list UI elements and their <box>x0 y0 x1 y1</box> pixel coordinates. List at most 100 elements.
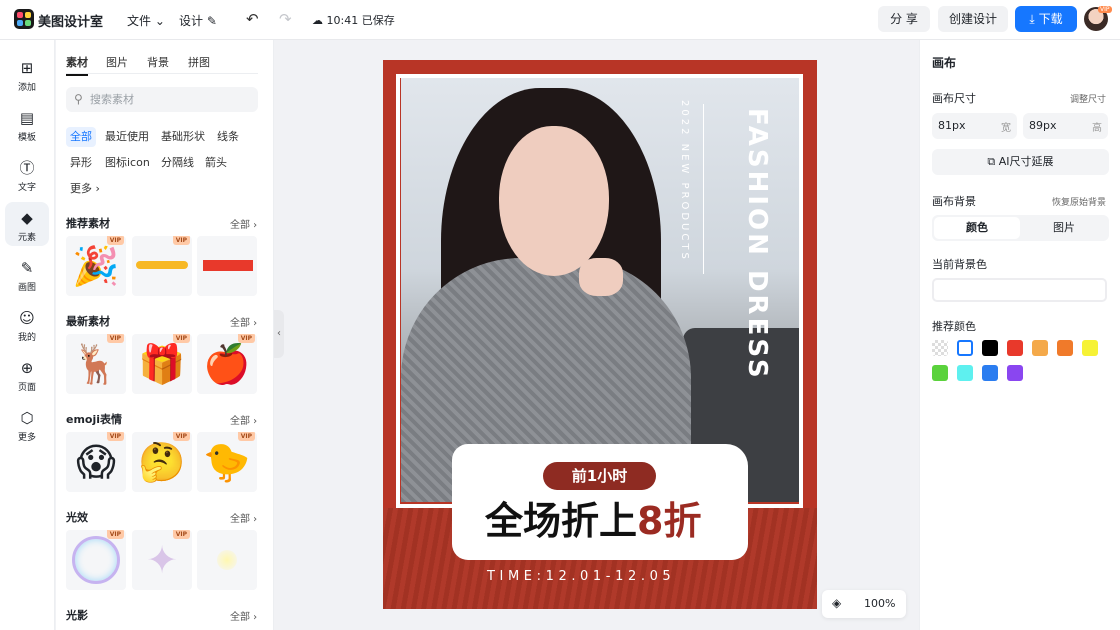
zoom-control[interactable]: ◈ 100% <box>822 590 906 618</box>
section-all-link[interactable]: 全部 › <box>230 608 257 623</box>
ai-extend-label: AI尺寸延展 <box>998 155 1054 168</box>
promo-pill[interactable]: 前1小时 <box>543 462 656 490</box>
thinking-face-icon: 🤔 <box>138 440 186 484</box>
chip-more[interactable]: 更多 › <box>66 179 104 199</box>
model-photo[interactable] <box>401 78 799 502</box>
chip-dividers[interactable]: 分隔线 <box>157 153 198 173</box>
template-icon: ▤ <box>19 109 35 127</box>
download-button[interactable]: ⤓ 下载 <box>1015 6 1077 32</box>
section-all-label: 全部 <box>230 514 250 525</box>
redo-icon[interactable]: ↷ <box>279 10 292 28</box>
rail-item-template[interactable]: ▤ 模板 <box>5 102 49 146</box>
zoom-level[interactable]: 100% <box>864 597 895 610</box>
promo-sale-text[interactable]: 全场折上8折 <box>485 497 701 545</box>
asset-glow-dot[interactable] <box>197 530 257 590</box>
width-field[interactable]: 81px 宽 <box>932 113 1017 139</box>
face-shape <box>499 126 609 276</box>
restore-bg-link[interactable]: 恢复原始背景 <box>1052 195 1106 208</box>
search-input[interactable] <box>90 91 250 108</box>
section-all-link[interactable]: 全部 › <box>230 510 257 525</box>
chip-irregular[interactable]: 异形 <box>66 153 96 173</box>
rail-item-mine[interactable]: ☺ 我的 <box>5 302 49 346</box>
layers-icon[interactable]: ◈ <box>832 596 841 610</box>
chip-icons[interactable]: 图标icon <box>101 153 154 173</box>
vip-badge: VIP <box>172 334 190 343</box>
height-value: 89px <box>1029 119 1057 132</box>
color-swatch[interactable] <box>982 340 998 356</box>
save-status: ☁ 10:41 已保存 <box>312 12 395 28</box>
chip-recent[interactable]: 最近使用 <box>101 127 153 147</box>
asset-red-apple[interactable]: 🍎 VIP <box>197 334 257 394</box>
asset-sparkle[interactable]: ✦ VIP <box>132 530 192 590</box>
panel-collapse-handle[interactable]: ‹ <box>274 310 284 358</box>
bg-type-color[interactable]: 颜色 <box>934 217 1020 239</box>
asset-reindeer-sleigh[interactable]: 🦌 VIP <box>66 334 126 394</box>
design-menu[interactable]: 设计 ✎ <box>179 12 217 29</box>
color-swatch[interactable] <box>957 365 973 381</box>
color-swatch[interactable] <box>1032 340 1048 356</box>
chip-more-label: 更多 <box>70 182 92 195</box>
chip-lines[interactable]: 线条 <box>213 127 243 147</box>
adjust-size-link[interactable]: 调整尺寸 <box>1070 92 1106 105</box>
asset-yellow-brush[interactable]: VIP <box>132 236 192 296</box>
hand-shape <box>579 258 623 296</box>
save-time: 10:41 已保存 <box>326 14 395 27</box>
app-logo-icon[interactable] <box>14 9 34 29</box>
current-bg-swatch[interactable] <box>932 278 1107 302</box>
asset-shocked-emoji[interactable]: 😱 VIP <box>66 432 126 492</box>
tab-images[interactable]: 图片 <box>106 54 128 70</box>
rail-item-page[interactable]: ⊕ 页面 <box>5 352 49 396</box>
tab-materials[interactable]: 素材 <box>66 54 88 76</box>
vip-badge: VIP <box>106 236 124 245</box>
asset-bubble-ring[interactable]: VIP <box>66 530 126 590</box>
color-swatch[interactable] <box>1007 340 1023 356</box>
tab-backgrounds[interactable]: 背景 <box>147 54 169 70</box>
create-design-button[interactable]: 创建设计 <box>938 6 1008 32</box>
sale-main: 全场折上 <box>485 499 638 543</box>
asset-chick-emoji[interactable]: 🐤 VIP <box>197 432 257 492</box>
app-name[interactable]: 美图设计室 <box>38 11 103 30</box>
color-swatch[interactable] <box>957 340 973 356</box>
share-button[interactable]: 分 享 <box>878 6 930 32</box>
color-swatch[interactable] <box>1007 365 1023 381</box>
rail-item-elements[interactable]: ◆ 元素 <box>5 202 49 246</box>
promo-time[interactable]: TIME:12.01-12.05 <box>487 569 675 584</box>
asset-thinking-emoji[interactable]: 🤔 VIP <box>132 432 192 492</box>
vip-badge: VIP <box>237 432 255 441</box>
undo-icon[interactable]: ↶ <box>246 10 259 28</box>
edit-icon: ✎ <box>206 14 217 28</box>
section-all-link[interactable]: 全部 › <box>230 314 257 329</box>
rail-label: 模板 <box>17 133 36 143</box>
asset-snow-globe[interactable]: 🎁 VIP <box>132 334 192 394</box>
rail-item-text[interactable]: Ⓣ 文字 <box>5 152 49 196</box>
width-value: 81px <box>938 119 966 132</box>
tab-collage[interactable]: 拼图 <box>188 54 210 70</box>
section-all-link[interactable]: 全部 › <box>230 216 257 231</box>
poster-products-line[interactable]: 2022 NEW PRODUCTS <box>679 100 690 262</box>
page-add-icon: ⊕ <box>20 359 34 377</box>
asset-red-rectangle[interactable] <box>197 236 257 296</box>
chip-basic-shapes[interactable]: 基础形状 <box>157 127 209 147</box>
chip-all[interactable]: 全部 <box>66 127 96 147</box>
color-swatch[interactable] <box>982 365 998 381</box>
section-all-link[interactable]: 全部 › <box>230 412 257 427</box>
ai-extend-button[interactable]: ⧉ AI尺寸延展 <box>932 149 1109 175</box>
color-swatch[interactable] <box>932 365 948 381</box>
file-menu[interactable]: 文件 ⌄ <box>127 12 165 29</box>
color-swatch[interactable] <box>1057 340 1073 356</box>
rail-item-more[interactable]: ⬡ 更多 <box>5 402 49 446</box>
vip-badge: VIP <box>106 334 124 343</box>
cloud-icon: ☁ <box>312 14 323 27</box>
recommend-colors-label: 推荐颜色 <box>932 320 976 333</box>
chip-arrows[interactable]: 箭头 <box>201 153 231 173</box>
poster-fashion-title[interactable]: FASHION DRESS <box>742 108 772 381</box>
bubble-ring-shape <box>72 536 120 584</box>
asset-party-popper[interactable]: 🎉 VIP <box>66 236 126 296</box>
color-swatch[interactable] <box>932 340 948 356</box>
rail-item-draw[interactable]: ✎ 画图 <box>5 252 49 296</box>
search-icon: ⚲ <box>74 92 83 106</box>
bg-type-image[interactable]: 图片 <box>1021 217 1107 239</box>
rail-item-add[interactable]: ⊞ 添加 <box>5 52 49 96</box>
color-swatch[interactable] <box>1082 340 1098 356</box>
height-field[interactable]: 89px 高 <box>1023 113 1108 139</box>
